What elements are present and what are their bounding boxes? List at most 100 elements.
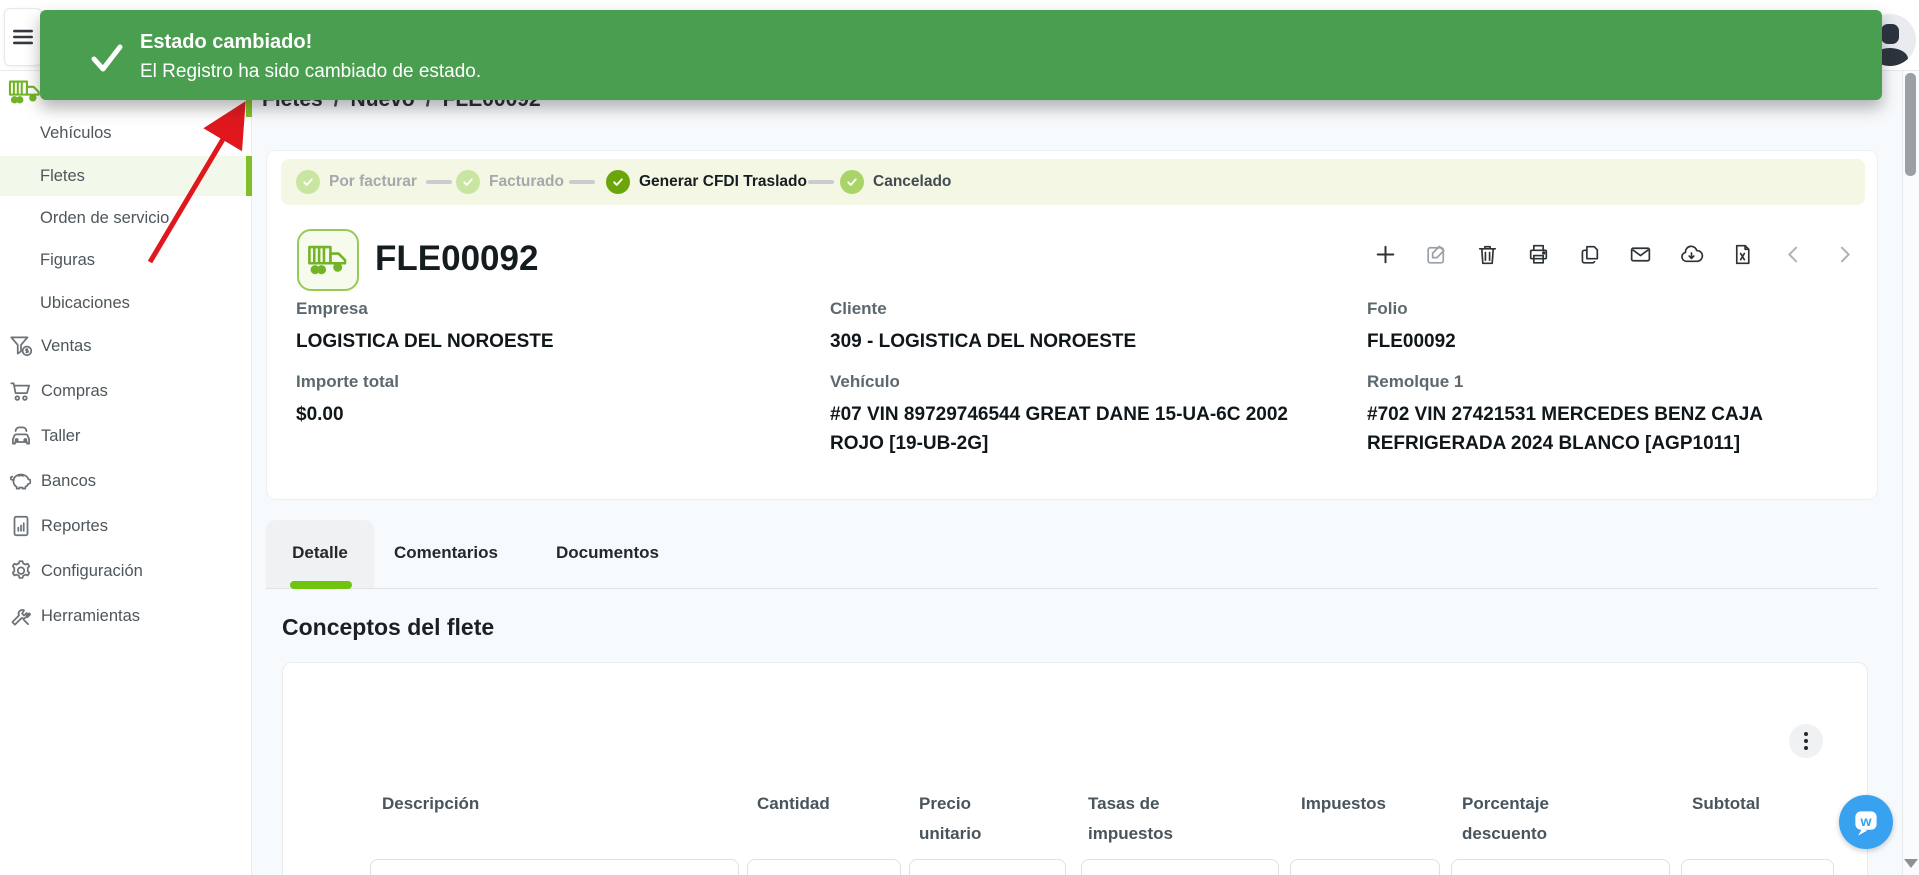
- field-value: $0.00: [296, 400, 796, 429]
- toast-title: Estado cambiado!: [140, 31, 312, 54]
- column-header-precio-unitario: Precio unitario: [919, 789, 999, 849]
- descripcion-input[interactable]: [370, 859, 739, 875]
- scrollbar-thumb[interactable]: [1905, 73, 1916, 176]
- scrollbar-track[interactable]: [1902, 71, 1919, 875]
- gear-icon: [8, 558, 34, 584]
- truck-icon: [307, 242, 349, 278]
- sidebar-item-orden-de-servicio[interactable]: Orden de servicio: [0, 198, 252, 238]
- step-generar-cfdi-traslado[interactable]: Generar CFDI Traslado: [606, 159, 807, 205]
- sidebar-item-label: Ubicaciones: [0, 294, 130, 313]
- report-doc-icon: [8, 513, 34, 539]
- column-header-porcentaje-descuento: Porcentaje descuento: [1462, 789, 1577, 849]
- field-importe-total: Importe total $0.00: [296, 372, 796, 429]
- record-card: Por facturar Facturado Generar CFDI Tras…: [266, 150, 1878, 500]
- active-tab-indicator: [290, 581, 352, 589]
- check-circle-icon: [456, 170, 480, 194]
- field-folio: Folio FLE00092: [1367, 299, 1837, 356]
- truck-logo-icon: [8, 77, 42, 107]
- cart-icon: [8, 378, 34, 404]
- precio-unitario-input[interactable]: [909, 859, 1066, 875]
- step-facturado[interactable]: Facturado: [456, 159, 564, 205]
- scrollbar-down-arrow[interactable]: [1904, 859, 1918, 875]
- cantidad-input[interactable]: [747, 859, 901, 875]
- car-wrench-icon: [8, 423, 34, 449]
- edit-button[interactable]: [1423, 241, 1449, 267]
- field-empresa: Empresa LOGISTICA DEL NOROESTE: [296, 299, 796, 356]
- tab-comentarios[interactable]: Comentarios: [394, 543, 498, 563]
- kebab-icon: [1804, 732, 1808, 736]
- sidebar-item-figuras[interactable]: Figuras: [0, 240, 252, 280]
- sidebar-item-label: Compras: [34, 382, 108, 401]
- tab-detalle[interactable]: Detalle: [266, 520, 374, 588]
- field-vehiculo: Vehículo #07 VIN 89729746544 GREAT DANE …: [830, 372, 1330, 458]
- print-button[interactable]: [1525, 241, 1551, 267]
- concepts-card: Descripción Cantidad Precio unitario Tas…: [282, 662, 1868, 875]
- column-header-descripcion: Descripción: [382, 789, 512, 819]
- sidebar-item-fletes[interactable]: Fletes: [0, 156, 252, 196]
- sidebar-item-label: Figuras: [0, 251, 95, 270]
- field-column-1: Empresa LOGISTICA DEL NOROESTE Importe t…: [296, 299, 796, 445]
- field-column-3: Folio FLE00092 Remolque 1 #702 VIN 27421…: [1367, 299, 1837, 474]
- sidebar-item-herramientas[interactable]: Herramientas: [0, 596, 252, 636]
- toast-message: El Registro ha sido cambiado de estado.: [140, 61, 481, 83]
- step-label: Generar CFDI Traslado: [639, 173, 807, 191]
- sidebar-toggle-button[interactable]: [4, 8, 42, 66]
- sidebar-item-compras[interactable]: Compras: [0, 371, 252, 411]
- check-circle-icon: [296, 170, 320, 194]
- tools-icon: [8, 603, 34, 629]
- delete-button[interactable]: [1474, 241, 1500, 267]
- subtotal-input[interactable]: [1681, 859, 1834, 875]
- avatar-head: [1881, 24, 1899, 44]
- sidebar-item-configuracion[interactable]: Configuración: [0, 551, 252, 591]
- email-button[interactable]: [1627, 241, 1653, 267]
- hamburger-icon: [10, 24, 36, 50]
- sidebar-item-taller[interactable]: Taller: [0, 416, 252, 456]
- record-type-badge: [297, 229, 359, 291]
- porcentaje-descuento-input[interactable]: [1451, 859, 1670, 875]
- sidebar-item-label: Taller: [34, 427, 80, 446]
- row-options-button[interactable]: [1789, 724, 1823, 758]
- previous-record-button[interactable]: [1780, 241, 1806, 267]
- field-cliente: Cliente 309 - LOGISTICA DEL NOROESTE: [830, 299, 1330, 356]
- sidebar-item-label: Fletes: [0, 167, 85, 186]
- sidebar-item-label: Ventas: [34, 337, 91, 356]
- tasas-impuestos-input[interactable]: [1081, 859, 1279, 875]
- impuestos-input[interactable]: [1290, 859, 1440, 875]
- active-menu-indicator: [246, 156, 252, 196]
- copy-button[interactable]: [1576, 241, 1602, 267]
- field-label: Empresa: [296, 299, 796, 319]
- field-remolque-1: Remolque 1 #702 VIN 27421531 MERCEDES BE…: [1367, 372, 1837, 458]
- column-header-subtotal: Subtotal: [1692, 789, 1792, 819]
- status-stepper: Por facturar Facturado Generar CFDI Tras…: [281, 159, 1865, 205]
- section-title: Conceptos del flete: [282, 614, 494, 641]
- excel-export-button[interactable]: [1729, 241, 1755, 267]
- sidebar-item-vehiculos[interactable]: Vehículos: [0, 113, 252, 153]
- sidebar: Vehículos Fletes Orden de servicio Figur…: [0, 71, 252, 875]
- sidebar-item-ventas[interactable]: Ventas: [0, 326, 252, 366]
- field-label: Remolque 1: [1367, 372, 1837, 392]
- step-cancelado[interactable]: Cancelado: [840, 159, 951, 205]
- piggy-bank-icon: [8, 468, 34, 494]
- step-por-facturar[interactable]: Por facturar: [296, 159, 417, 205]
- success-toast[interactable]: Estado cambiado! El Registro ha sido cam…: [40, 10, 1882, 100]
- next-record-button[interactable]: [1831, 241, 1857, 267]
- field-value: #07 VIN 89729746544 GREAT DANE 15-UA-6C …: [830, 400, 1330, 458]
- add-button[interactable]: [1372, 241, 1398, 267]
- svg-text:w: w: [1859, 814, 1872, 830]
- chat-widget-button[interactable]: w: [1839, 795, 1893, 849]
- check-circle-icon: [840, 170, 864, 194]
- sidebar-item-label: Vehículos: [0, 124, 112, 143]
- tabs-divider: [266, 588, 1878, 589]
- tab-documentos[interactable]: Documentos: [556, 543, 659, 563]
- record-title: FLE00092: [375, 239, 538, 279]
- field-value: LOGISTICA DEL NOROESTE: [296, 327, 796, 356]
- step-connector: [808, 180, 834, 184]
- sidebar-item-reportes[interactable]: Reportes: [0, 506, 252, 546]
- sidebar-item-label: Herramientas: [34, 607, 140, 626]
- cloud-download-button[interactable]: [1678, 241, 1704, 267]
- step-label: Por facturar: [329, 173, 417, 191]
- sidebar-item-bancos[interactable]: Bancos: [0, 461, 252, 501]
- funnel-dollar-icon: [8, 333, 34, 359]
- field-value: FLE00092: [1367, 327, 1837, 356]
- sidebar-item-ubicaciones[interactable]: Ubicaciones: [0, 283, 252, 323]
